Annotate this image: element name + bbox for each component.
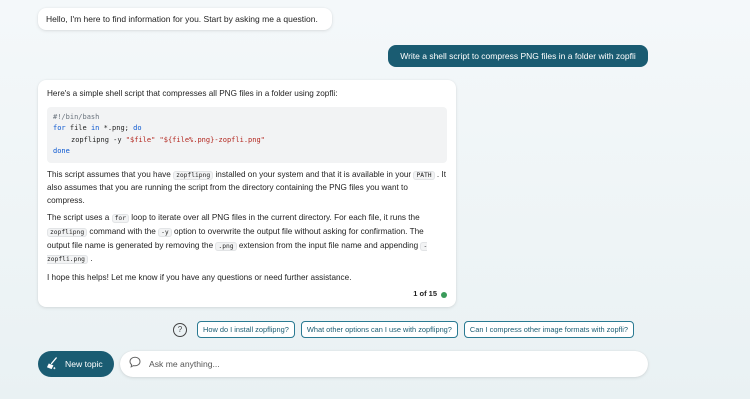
greeting-bubble: Hello, I'm here to find information for … <box>38 8 332 30</box>
user-message-bubble: Write a shell script to compress PNG fil… <box>388 45 648 67</box>
response-counter-text: 1 of 15 <box>413 289 437 299</box>
greeting-text: Hello, I'm here to find information for … <box>46 14 318 24</box>
inline-code: .png <box>215 241 237 251</box>
inline-code: zopflipng <box>47 227 88 237</box>
code-block: #!/bin/bash for file in *.png; do zopfli… <box>47 106 447 163</box>
chat-bubble-icon <box>129 355 141 373</box>
code-line-shebang: #!/bin/bash <box>53 112 100 121</box>
inline-code: for <box>111 214 129 224</box>
broom-icon <box>46 356 59 372</box>
answer-bubble: Here's a simple shell script that compre… <box>38 80 456 307</box>
answer-intro: Here's a simple shell script that compre… <box>47 89 338 98</box>
chat-input-container[interactable] <box>120 351 648 377</box>
code-line-for: for file in *.png; do <box>53 124 142 133</box>
chat-input[interactable] <box>147 358 631 370</box>
suggestion-chip[interactable]: What other options can I use with zopfli… <box>300 321 458 338</box>
answer-paragraph-3: I hope this helps! Let me know if you ha… <box>47 272 352 282</box>
status-dot-icon <box>441 291 447 298</box>
code-line-done: done <box>53 147 70 156</box>
response-counter: 1 of 15 <box>413 288 447 301</box>
suggestions-row: ? How do I install zopflipng? What other… <box>173 321 635 338</box>
user-message-text: Write a shell script to compress PNG fil… <box>400 51 636 61</box>
help-circle-icon[interactable]: ? <box>173 322 187 337</box>
suggestion-chip[interactable]: Can I compress other image formats with … <box>463 321 635 338</box>
answer-paragraph-1: This script assumes that you have zopfli… <box>47 169 446 205</box>
inline-code: PATH <box>413 170 435 180</box>
inline-code: zopflipng <box>173 170 214 180</box>
new-topic-button[interactable]: New topic <box>38 351 114 377</box>
inline-code: -y <box>158 227 172 237</box>
suggestion-chip[interactable]: How do I install zopflipng? <box>197 321 295 338</box>
answer-paragraph-2: The script uses a for loop to iterate ov… <box>47 213 428 265</box>
new-topic-label: New topic <box>65 359 103 369</box>
code-line-command: zopflipng -y "$file" "${file%.png}-zopfl… <box>71 135 265 144</box>
